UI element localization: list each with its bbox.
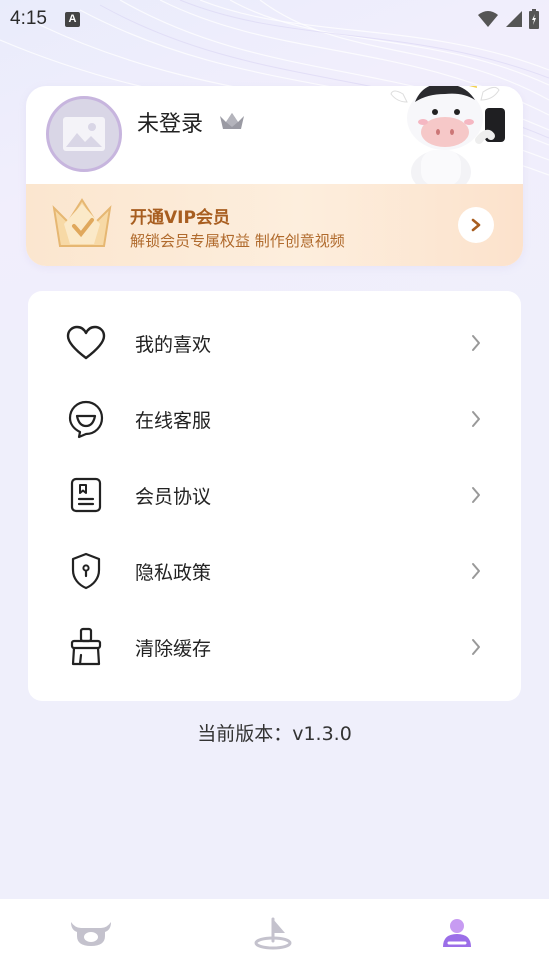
menu-item-clear-cache[interactable]: 清除缓存	[28, 609, 521, 685]
cow-home-icon	[71, 922, 111, 946]
menu-label: 隐私政策	[135, 561, 212, 584]
cow-mascot-illustration	[390, 86, 505, 186]
menu-item-privacy-policy[interactable]: 隐私政策	[28, 533, 521, 609]
wifi-icon	[478, 11, 498, 27]
menu-item-membership-agreement[interactable]: 会员协议	[28, 457, 521, 533]
chevron-right-icon	[472, 487, 480, 503]
vip-title: 开通VIP会员	[130, 208, 230, 228]
status-time: 4:15	[10, 8, 47, 29]
image-placeholder-icon	[63, 117, 105, 151]
chevron-right-icon	[472, 335, 480, 351]
username[interactable]: 未登录	[137, 106, 203, 138]
vip-arrow-button[interactable]	[458, 207, 494, 243]
profile-header[interactable]: 未登录	[26, 86, 523, 186]
crown-icon	[220, 113, 244, 129]
app-version: 当前版本：v1.3.0	[197, 723, 352, 745]
heart-icon	[66, 323, 106, 363]
chevron-right-icon	[472, 411, 480, 427]
nav-profile[interactable]	[433, 913, 481, 953]
menu-label: 会员协议	[135, 485, 212, 508]
notification-badge: A	[64, 11, 80, 27]
vip-crown-icon	[52, 198, 112, 247]
chevron-right-icon	[472, 563, 480, 579]
document-icon	[66, 475, 106, 515]
status-bar: 4:15 A	[0, 0, 549, 38]
vip-banner[interactable]: 开通VIP会员 解锁会员专属权益 制作创意视频	[26, 184, 523, 266]
status-icons	[477, 9, 539, 29]
bottom-nav	[0, 899, 549, 976]
menu-label: 在线客服	[135, 409, 212, 432]
battery-icon	[529, 9, 539, 29]
chevron-right-icon	[472, 639, 480, 655]
menu-list: 我的喜欢 在线客服 会员协议 隐私政策 清除缓存	[28, 291, 521, 701]
menu-label: 清除缓存	[135, 637, 212, 660]
nav-create[interactable]	[249, 913, 297, 953]
shield-icon	[66, 551, 106, 591]
profile-icon	[443, 919, 471, 947]
chevron-right-icon	[471, 218, 481, 232]
menu-label: 我的喜欢	[135, 333, 212, 356]
nav-home[interactable]	[67, 913, 115, 953]
profile-card: 未登录 开通VIP会员 解锁会员专属权益 制作创意视频	[26, 86, 523, 266]
signal-icon	[506, 11, 522, 27]
broom-icon	[66, 627, 106, 667]
create-flag-icon	[254, 917, 292, 950]
menu-item-favorites[interactable]: 我的喜欢	[28, 305, 521, 381]
chat-bubble-icon	[66, 399, 106, 439]
vip-subtitle: 解锁会员专属权益 制作创意视频	[130, 232, 345, 250]
avatar[interactable]	[46, 96, 122, 172]
menu-item-customer-service[interactable]: 在线客服	[28, 381, 521, 457]
